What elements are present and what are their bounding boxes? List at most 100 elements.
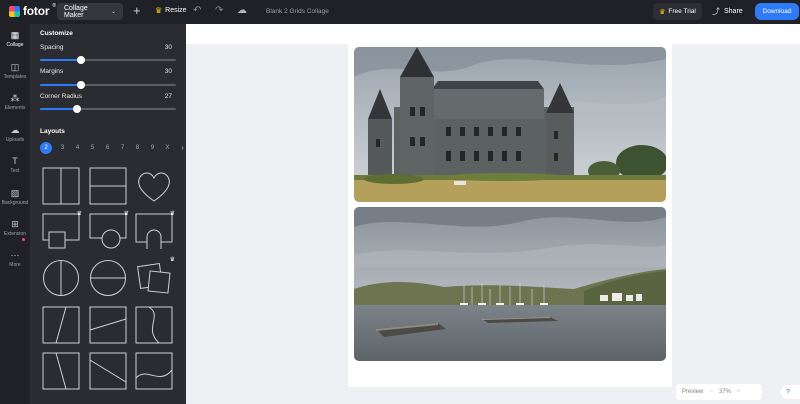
chevron-down-icon: ⌄ [110, 9, 116, 15]
layout-tile-inset-arch[interactable]: ♛ [135, 211, 175, 251]
preview-zoom-bar: Preview − 37% + [676, 384, 762, 400]
layout-tile-inset-square[interactable]: ♛ [42, 211, 82, 251]
corner-radius-slider[interactable] [40, 105, 176, 113]
layout-count-5[interactable]: 5 [85, 141, 100, 155]
layout-tile-diagonal-split[interactable] [42, 306, 80, 344]
zoom-level[interactable]: 37% [719, 389, 731, 395]
layout-count-2[interactable]: 2 [40, 142, 52, 154]
rail-item-label: More [9, 262, 21, 268]
margins-slider-fill [40, 84, 81, 86]
collage-cell-harbor-photo[interactable] [354, 207, 666, 361]
rail-item-elements[interactable]: ⁂ Elements [0, 93, 30, 111]
layout-count-3[interactable]: 3 [55, 141, 70, 155]
share-icon: ⤴ [712, 7, 720, 16]
rail-item-label: Background [1, 200, 29, 206]
fotor-logo-registered: ® [52, 3, 57, 9]
crown-icon: ♛ [123, 211, 129, 217]
layout-count-selector: 2 3 4 5 6 7 8 9 X › [40, 141, 190, 155]
layout-tile-heart[interactable] [135, 167, 173, 205]
layout-tile-diagonal-split-2[interactable] [42, 352, 80, 390]
margins-slider-knob[interactable] [76, 81, 85, 89]
rail-item-collage[interactable]: ▦ Collage [0, 30, 30, 48]
corner-radius-label: Corner Radius [40, 93, 82, 100]
layout-count-x[interactable]: X [160, 141, 175, 155]
layout-count-7[interactable]: 7 [115, 141, 130, 155]
corner-radius-slider-fill [40, 108, 77, 110]
rail-item-extension[interactable]: ⊞ Extension [0, 219, 30, 237]
layout-tile-slanted-horizontal[interactable] [89, 306, 127, 344]
layouts-heading: Layouts [40, 128, 65, 135]
layout-count-8[interactable]: 8 [130, 141, 145, 155]
layout-count-9[interactable]: 9 [145, 141, 160, 155]
spacing-label: Spacing [40, 44, 64, 51]
crown-icon: ♛ [155, 6, 163, 15]
corner-radius-value: 27 [164, 93, 172, 100]
rail-item-uploads[interactable]: ☁ Uploads [0, 125, 30, 143]
elements-icon: ⁂ [10, 93, 20, 103]
document-title[interactable]: Blank 2 Grids Collage [266, 8, 329, 15]
top-bar: fotor ® Collage Maker ⌄ + ♛ Resize ↶ ↷ ☁… [0, 0, 800, 24]
redo-icon[interactable]: ↷ [215, 5, 223, 16]
rail-item-label: Collage [6, 42, 24, 48]
collage-sheet[interactable] [348, 41, 672, 387]
templates-icon: ◫ [10, 62, 20, 72]
crown-icon: ♛ [659, 8, 666, 16]
free-trial-label: Free Trial [668, 8, 696, 15]
layout-tile-circle-split-horizontal[interactable] [89, 259, 127, 297]
rail-item-label: Uploads [5, 137, 25, 143]
crown-icon: ♛ [169, 211, 175, 217]
rail-item-more[interactable]: ⋯ More [0, 250, 30, 268]
customize-heading: Customize [40, 30, 73, 37]
resize-button[interactable]: ♛ Resize [155, 6, 187, 15]
spacing-slider-fill [40, 59, 81, 61]
resize-label: Resize [165, 7, 187, 14]
layout-tile-wave-horizontal[interactable] [135, 352, 173, 390]
rail-item-label: Extension [4, 231, 26, 237]
cloud-icon[interactable]: ☁ [237, 5, 247, 16]
layout-count-4[interactable]: 4 [70, 141, 85, 155]
rail-item-label: Templates [3, 74, 27, 80]
rail-item-background[interactable]: ▨ Background [0, 188, 30, 206]
layout-tile-horizontal-split[interactable] [89, 167, 127, 205]
fotor-logo-text: fotor [23, 4, 50, 18]
share-label: Share [724, 8, 743, 15]
spacing-slider-knob[interactable] [76, 56, 85, 64]
add-icon[interactable]: + [133, 4, 141, 18]
rail-item-text[interactable]: T Text [0, 156, 30, 174]
rail-item-label: Elements [4, 105, 26, 111]
rail-item-label: Text [10, 168, 20, 174]
rail-item-templates[interactable]: ◫ Templates [0, 62, 30, 80]
layout-tile-diagonal-corner[interactable] [89, 352, 127, 390]
help-button[interactable]: ? [781, 385, 800, 399]
text-icon: T [12, 156, 18, 166]
zoom-in-button[interactable]: + [737, 389, 741, 395]
mode-dropdown[interactable]: Collage Maker ⌄ [57, 3, 123, 20]
grid-icon: ▦ [10, 30, 20, 40]
layout-tile-inset-circle[interactable]: ♛ [89, 211, 129, 251]
undo-icon[interactable]: ↶ [193, 5, 201, 16]
layout-tile-circle-split-vertical[interactable] [42, 259, 80, 297]
zoom-out-button[interactable]: − [709, 389, 713, 395]
notification-dot [22, 238, 25, 241]
corner-radius-slider-knob[interactable] [72, 105, 81, 113]
spacing-slider[interactable] [40, 56, 176, 64]
free-trial-button[interactable]: ♛ Free Trial [653, 3, 702, 20]
preview-toggle[interactable]: Preview [682, 389, 703, 395]
fotor-logo[interactable]: fotor ® [9, 3, 57, 18]
layout-tile-tilted-frames[interactable]: ♛ [135, 257, 175, 297]
layout-tile-vertical-split[interactable] [42, 167, 80, 205]
share-button[interactable]: ⤴ Share [712, 6, 743, 17]
customize-panel: Customize Spacing 30 Margins 30 Corner R… [30, 24, 186, 404]
margins-slider[interactable] [40, 81, 176, 89]
margins-label: Margins [40, 68, 64, 75]
crown-icon: ♛ [76, 211, 82, 217]
more-icon: ⋯ [10, 250, 20, 260]
crown-icon: ♛ [169, 257, 175, 263]
layout-count-6[interactable]: 6 [100, 141, 115, 155]
collage-cell-castle-photo[interactable] [354, 47, 666, 202]
mode-dropdown-label: Collage Maker [64, 4, 88, 19]
download-button[interactable]: Download [755, 3, 799, 20]
fotor-logo-icon [9, 5, 20, 17]
layout-tile-wave-vertical[interactable] [135, 306, 173, 344]
upload-icon: ☁ [10, 125, 20, 135]
